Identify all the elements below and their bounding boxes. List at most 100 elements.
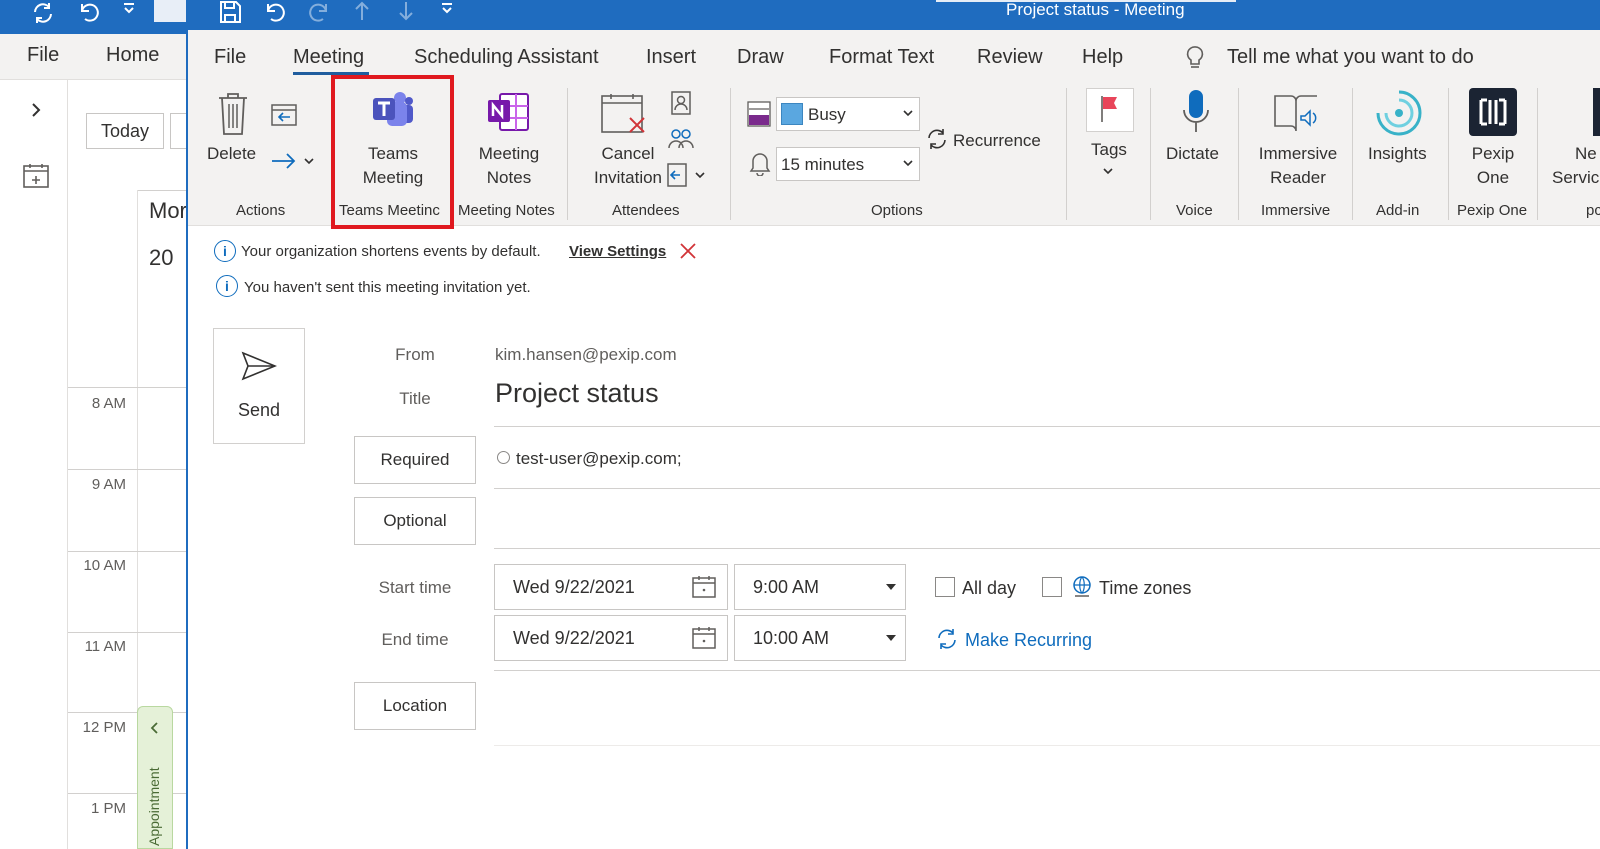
- new-calendar-item-icon[interactable]: [22, 162, 50, 190]
- tell-me-search[interactable]: Tell me what you want to do: [1227, 46, 1474, 69]
- group-separator: [1352, 88, 1353, 220]
- cancel-invitation-icon[interactable]: [600, 92, 648, 138]
- from-value[interactable]: kim.hansen@pexip.com: [495, 345, 677, 365]
- chevron-down-icon[interactable]: [1102, 166, 1114, 176]
- pexip-one-line1[interactable]: Pexip: [1453, 142, 1533, 166]
- tab-insert[interactable]: Insert: [646, 46, 696, 69]
- chevron-down-icon[interactable]: [884, 582, 898, 592]
- cancel-invitation-line2[interactable]: Invitation: [583, 166, 673, 190]
- bell-icon: [748, 150, 772, 176]
- all-day-checkbox[interactable]: [935, 577, 955, 597]
- chevron-down-icon[interactable]: [902, 158, 914, 168]
- new-services-line2[interactable]: Servic: [1552, 166, 1599, 190]
- globe-icon: [1070, 574, 1094, 598]
- collapse-arrow-icon[interactable]: [147, 720, 161, 736]
- group-separator: [1150, 88, 1151, 220]
- group-pexip-label: Pexip One: [1457, 202, 1528, 219]
- tab-scheduling-assistant[interactable]: Scheduling Assistant: [414, 46, 599, 69]
- tab-draw[interactable]: Draw: [737, 46, 784, 69]
- view-settings-link[interactable]: View Settings: [569, 243, 666, 260]
- recurrence-button[interactable]: Recurrence: [953, 129, 1041, 153]
- tab-review[interactable]: Review: [977, 46, 1043, 69]
- calendar-icon[interactable]: [691, 575, 717, 599]
- respond-calendar-icon[interactable]: [270, 102, 298, 128]
- close-icon[interactable]: [678, 241, 698, 261]
- group-immersive-label: Immersive: [1261, 202, 1331, 219]
- time-label-8am: 8 AM: [91, 395, 126, 412]
- time-underline: [494, 670, 1600, 671]
- required-button[interactable]: Required: [354, 436, 476, 484]
- flag-icon[interactable]: [1098, 94, 1122, 124]
- calendar-menu-file[interactable]: File: [27, 44, 59, 67]
- title-underline: [494, 426, 1600, 427]
- delete-icon[interactable]: [216, 92, 250, 136]
- calendar-icon[interactable]: [691, 626, 717, 650]
- response-options-icon[interactable]: [666, 162, 706, 188]
- pexip-one-icon[interactable]: [1469, 88, 1517, 136]
- start-time-input[interactable]: 9:00 AM: [734, 564, 906, 610]
- location-button[interactable]: Location: [354, 682, 476, 730]
- meeting-notes-line2[interactable]: Notes: [459, 166, 559, 190]
- optional-button[interactable]: Optional: [354, 497, 476, 545]
- insights-button[interactable]: Insights: [1368, 142, 1427, 166]
- day-name: Mor: [149, 198, 187, 223]
- tab-help[interactable]: Help: [1082, 46, 1123, 69]
- insights-icon[interactable]: [1374, 88, 1424, 138]
- new-services-line1[interactable]: Ne: [1575, 142, 1597, 166]
- title-input[interactable]: Project status: [495, 378, 659, 409]
- immersive-reader-line1[interactable]: Immersive: [1248, 142, 1348, 166]
- time-label-1pm: 1 PM: [90, 800, 126, 817]
- move-up-icon[interactable]: [354, 0, 370, 22]
- show-as-value: Busy: [808, 105, 846, 124]
- make-recurring-link[interactable]: Make Recurring: [965, 630, 1092, 651]
- microphone-icon[interactable]: [1181, 88, 1211, 136]
- expand-pane-icon[interactable]: [28, 100, 44, 120]
- dictate-button[interactable]: Dictate: [1166, 142, 1219, 166]
- time-gridline: [68, 469, 190, 470]
- end-time-label: End time: [381, 630, 449, 649]
- time-zones-label: Time zones: [1099, 578, 1192, 598]
- required-attendees-input[interactable]: test-user@pexip.com;: [516, 449, 682, 469]
- save-icon[interactable]: [218, 0, 242, 24]
- title-label: Title: [399, 389, 431, 408]
- check-names-icon[interactable]: [666, 126, 694, 152]
- time-gridline: [68, 632, 190, 633]
- attendee-status-icon: [497, 451, 510, 464]
- appointment-tab-label: Appointment: [146, 767, 162, 846]
- undo-icon[interactable]: [76, 0, 100, 24]
- customize-toolbar-icon[interactable]: [122, 2, 136, 16]
- tab-file[interactable]: File: [214, 46, 246, 69]
- sync-icon[interactable]: [30, 0, 56, 26]
- address-book-icon[interactable]: [670, 90, 692, 116]
- immersive-reader-line2[interactable]: Reader: [1248, 166, 1348, 190]
- undo-icon[interactable]: [262, 0, 286, 24]
- new-services-icon[interactable]: [1593, 88, 1600, 136]
- tab-meeting[interactable]: Meeting: [293, 46, 364, 69]
- teams-meeting-highlight: [331, 75, 454, 229]
- group-separator: [1537, 88, 1538, 220]
- immersive-reader-icon[interactable]: [1271, 90, 1321, 136]
- make-recurring-icon[interactable]: [935, 627, 959, 651]
- customize-toolbar-icon[interactable]: [440, 2, 454, 16]
- onenote-icon[interactable]: [486, 90, 530, 134]
- cancel-invitation-line1[interactable]: Cancel: [583, 142, 673, 166]
- delete-button[interactable]: Delete: [207, 142, 256, 166]
- end-time-input[interactable]: 10:00 AM: [734, 615, 906, 661]
- pexip-one-line2[interactable]: One: [1453, 166, 1533, 190]
- meeting-notes-line1[interactable]: Meeting: [459, 142, 559, 166]
- move-down-icon[interactable]: [398, 0, 414, 22]
- calendar-left-rail: [0, 80, 68, 849]
- today-button[interactable]: Today: [86, 113, 164, 149]
- recurrence-icon[interactable]: [925, 127, 949, 151]
- tags-button[interactable]: Tags: [1091, 138, 1127, 162]
- send-button[interactable]: [213, 328, 305, 444]
- calendar-menu-home[interactable]: Home: [106, 44, 159, 67]
- time-zones-checkbox[interactable]: [1042, 577, 1062, 597]
- send-label: Send: [237, 400, 281, 420]
- group-options-label: Options: [871, 202, 923, 219]
- chevron-down-icon[interactable]: [902, 108, 914, 118]
- forward-arrow-icon[interactable]: [270, 150, 314, 172]
- chevron-down-icon[interactable]: [884, 633, 898, 643]
- redo-icon[interactable]: [308, 0, 332, 24]
- tab-format-text[interactable]: Format Text: [829, 46, 934, 69]
